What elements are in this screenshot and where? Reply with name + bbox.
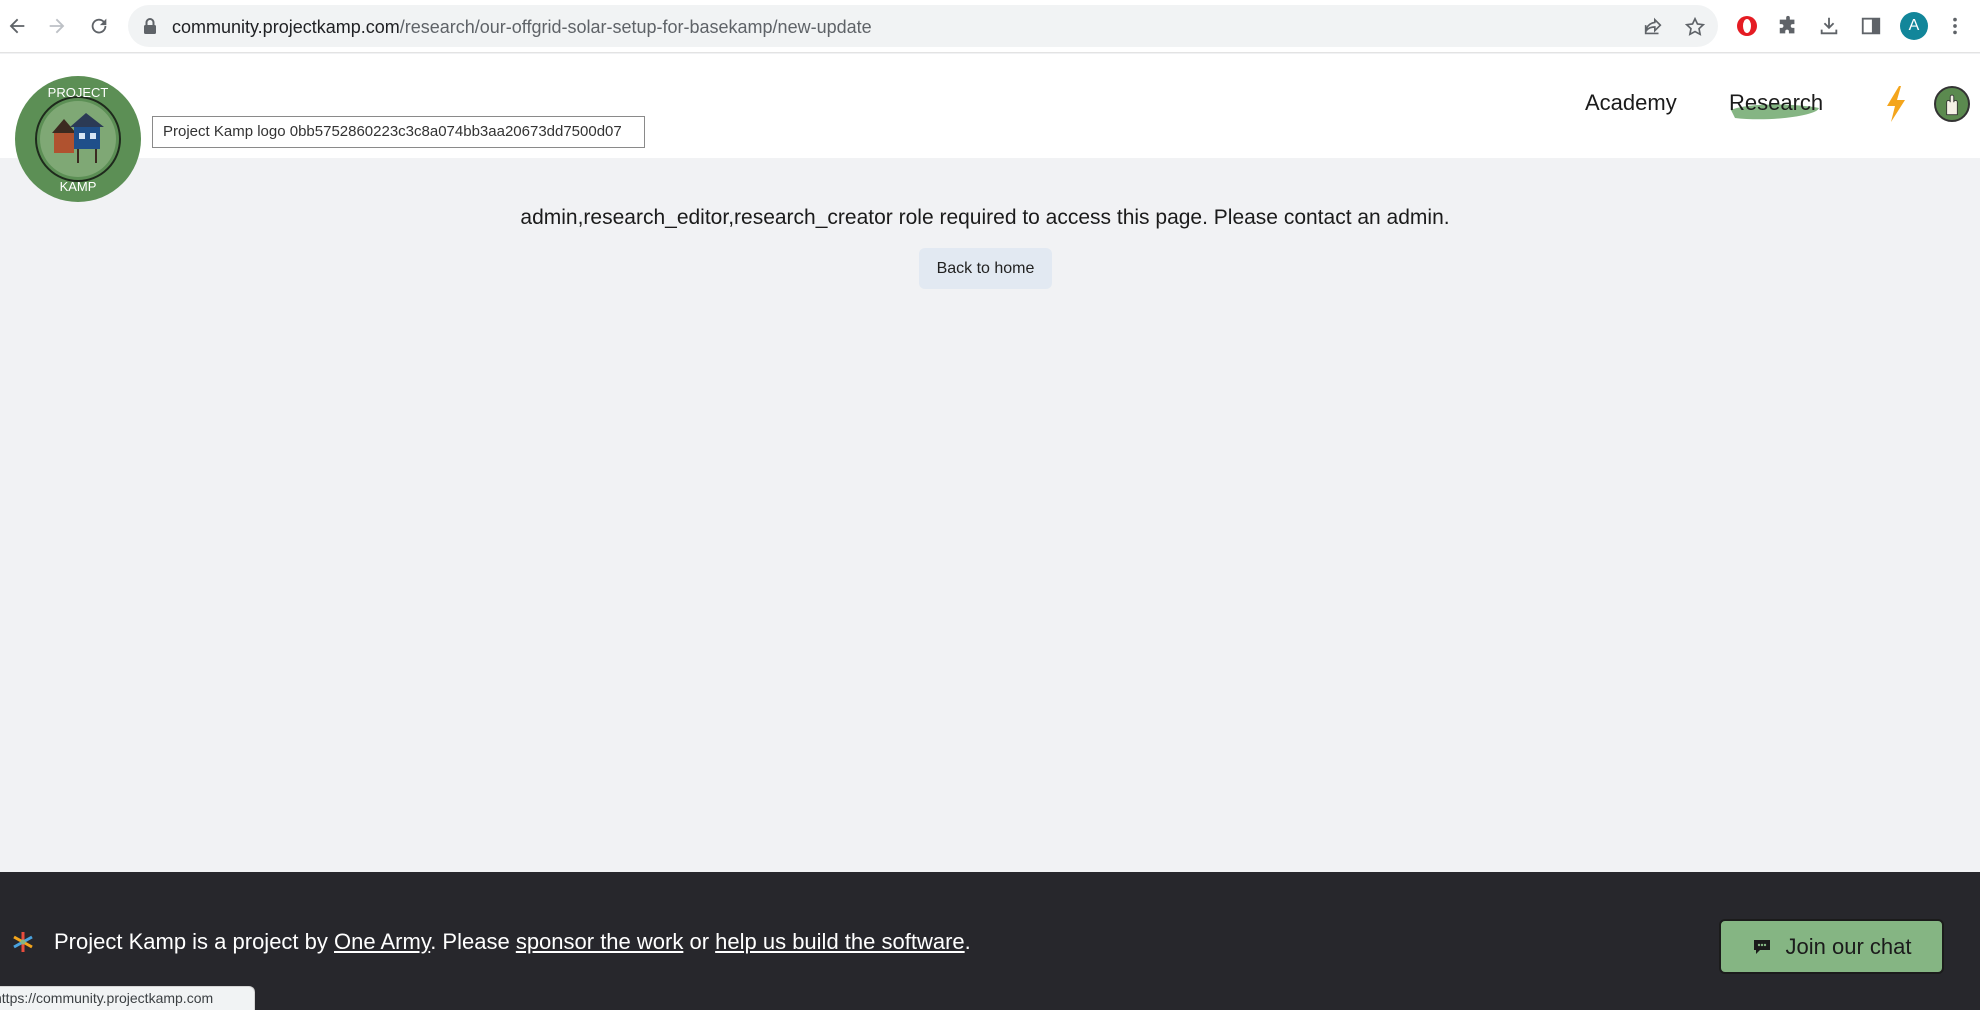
footer-text-2: . Please [430, 929, 516, 954]
user-avatar[interactable] [1934, 86, 1970, 122]
logo-bottom-text: KAMP [60, 179, 97, 194]
status-url-text: https://community.projectkamp.com [0, 990, 214, 1006]
kebab-menu-icon[interactable] [1942, 13, 1968, 39]
back-to-home-button[interactable]: Back to home [919, 248, 1052, 289]
download-icon[interactable] [1816, 13, 1842, 39]
lightning-bolt-icon[interactable] [1883, 86, 1909, 122]
side-panel-icon[interactable] [1858, 13, 1884, 39]
one-army-link[interactable]: One Army [334, 929, 430, 954]
footer-credits: Project Kamp is a project by One Army. P… [54, 929, 971, 955]
footer-text-1: Project Kamp is a project by [54, 929, 335, 954]
footer-text-3: or [683, 929, 716, 954]
opera-extension-icon[interactable] [1734, 13, 1760, 39]
logo-top-text: PROJECT [48, 85, 109, 100]
browser-status-url: https://community.projectkamp.com [0, 986, 255, 1010]
join-chat-button[interactable]: Join our chat [1719, 919, 1944, 974]
access-denied-message: admin,research_editor,research_creator r… [520, 206, 1450, 229]
nav-research[interactable]: Research [1729, 90, 1823, 116]
profile-avatar[interactable]: A [1900, 12, 1928, 40]
multicolor-star-icon [13, 932, 33, 952]
lock-icon[interactable] [142, 17, 158, 35]
user-hand-icon [1946, 94, 1958, 116]
back-arrow-icon[interactable] [4, 13, 30, 39]
footer-text-4: . [964, 929, 971, 954]
browser-toolbar: community.projectkamp.com/research/our-o… [0, 0, 1980, 53]
share-icon[interactable] [1642, 16, 1664, 38]
project-kamp-logo[interactable]: PROJECT KAMP [14, 75, 142, 203]
reload-icon[interactable] [86, 13, 112, 39]
extensions-puzzle-icon[interactable] [1775, 13, 1801, 39]
join-chat-label: Join our chat [1785, 933, 1912, 959]
logo-alt-text: Project Kamp logo 0bb5752860223c3c8a074b… [152, 116, 645, 148]
url-text: community.projectkamp.com/research/our-o… [172, 17, 872, 37]
nav-academy[interactable]: Academy [1585, 90, 1677, 116]
sponsor-link[interactable]: sponsor the work [516, 929, 684, 954]
forward-arrow-icon[interactable] [44, 13, 70, 39]
bookmark-star-icon[interactable] [1684, 16, 1706, 38]
address-bar[interactable]: community.projectkamp.com/research/our-o… [128, 5, 1718, 47]
help-build-link[interactable]: help us build the software [715, 929, 965, 954]
chat-bubble-icon [1753, 939, 1770, 954]
